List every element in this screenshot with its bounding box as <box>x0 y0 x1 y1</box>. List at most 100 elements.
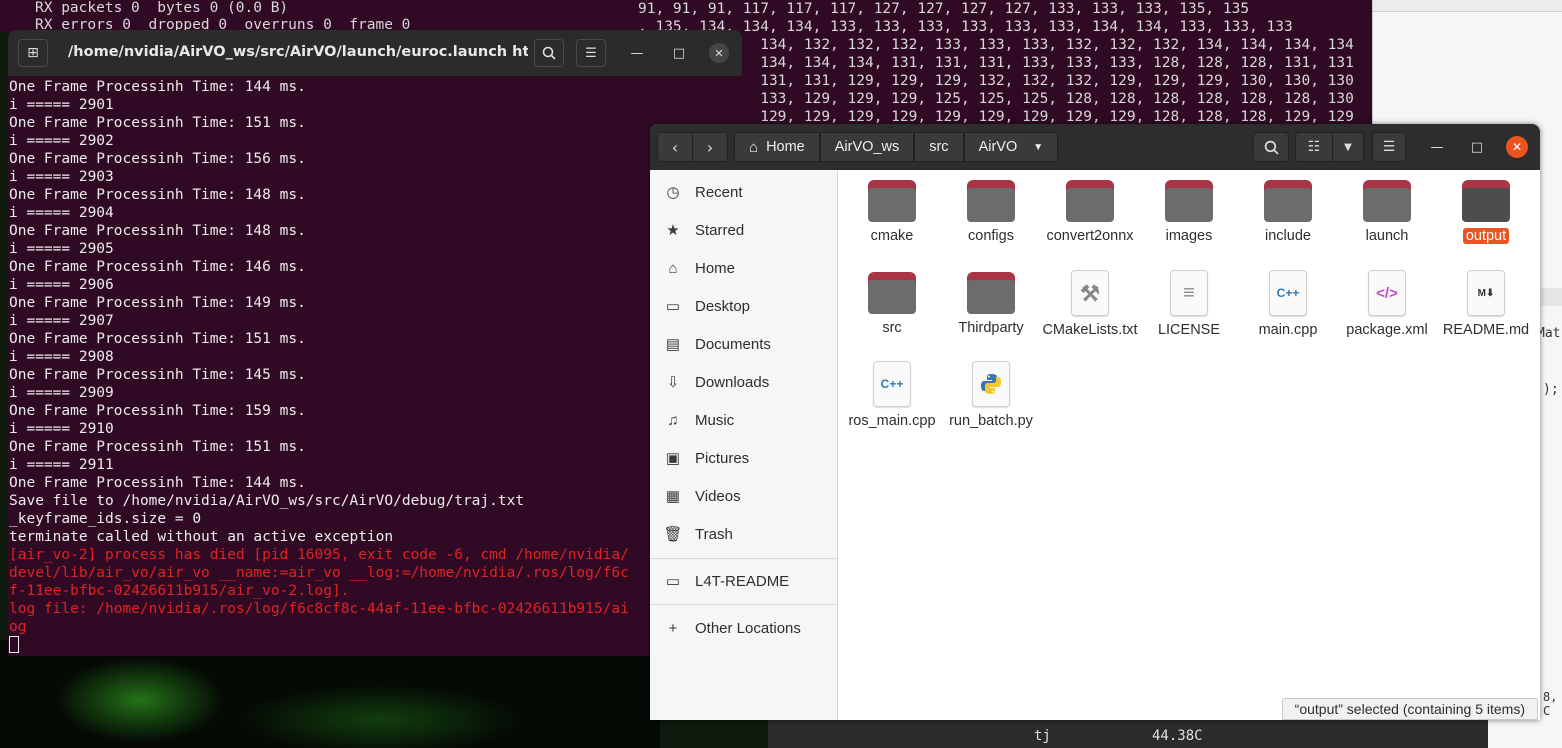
terminal-line: i ===== 2909 <box>9 385 114 401</box>
sidebar-item-downloads[interactable]: ⇩ Downloads <box>650 363 838 401</box>
close-icon[interactable]: ✕ <box>1506 136 1528 158</box>
folder-item-output[interactable]: output <box>1438 180 1534 245</box>
minimize-icon[interactable]: — <box>1426 136 1448 158</box>
terminal-line: terminate called without an active excep… <box>9 529 394 545</box>
text-file-icon: ≡ <box>1170 270 1208 316</box>
item-label: launch <box>1365 228 1409 244</box>
breadcrumb-src[interactable]: src <box>914 132 964 162</box>
item-label: LICENSE <box>1157 322 1221 338</box>
sidebar-item-starred[interactable]: ★ Starred <box>650 211 838 249</box>
sidebar-item-recent[interactable]: ◷ Recent <box>650 173 838 211</box>
sidebar-item-music[interactable]: ♫ Music <box>650 401 838 439</box>
file-item-package-xml[interactable]: </> package.xml <box>1339 270 1435 339</box>
editor-fragment: Mat <box>1537 326 1561 341</box>
terminal-line: i ===== 2902 <box>9 133 114 149</box>
folder-item-convert2onnx[interactable]: convert2onnx <box>1042 180 1138 245</box>
file-item-run-batch-py[interactable]: run_batch.py <box>943 361 1039 430</box>
terminal-cursor <box>9 636 19 653</box>
sidebar-item-label: Downloads <box>695 373 770 391</box>
pictures-icon: ▣ <box>665 450 681 467</box>
folder-icon <box>967 180 1015 222</box>
sidebar-item-home[interactable]: ⌂ Home <box>650 249 838 287</box>
maximize-icon[interactable]: □ <box>1466 136 1488 158</box>
folder-item-include[interactable]: include <box>1240 180 1336 245</box>
back-icon[interactable]: ‹ <box>657 132 693 162</box>
file-item-readme[interactable]: M⬇ README.md <box>1438 270 1534 339</box>
xml-file-icon: </> <box>1368 270 1406 316</box>
terminal-line: One Frame Processinh Time: 151 ms. <box>9 439 306 455</box>
item-label: README.md <box>1442 322 1530 338</box>
terminal-window[interactable]: ⊞ /home/nvidia/AirVO_ws/src/AirVO/launch… <box>8 30 742 656</box>
item-label: src <box>882 320 902 336</box>
desktop-wallpaper <box>0 640 660 748</box>
list-view-icon[interactable]: ☷ <box>1295 132 1333 162</box>
breadcrumb-label: AirVO <box>978 139 1018 155</box>
terminal-line: Save file to /home/nvidia/AirVO_ws/src/A… <box>9 493 525 509</box>
breadcrumb-airvo[interactable]: AirVO ▼ <box>963 132 1059 162</box>
sidebar-item-documents[interactable]: ▤ Documents <box>650 325 838 363</box>
terminal-line: i ===== 2905 <box>9 241 114 257</box>
plus-icon: + <box>668 619 678 637</box>
terminal-line: i ===== 2906 <box>9 277 114 293</box>
terminal-header-bar[interactable]: ⊞ /home/nvidia/AirVO_ws/src/AirVO/launch… <box>8 30 742 76</box>
new-tab-icon[interactable]: ⊞ <box>18 39 48 67</box>
search-icon[interactable] <box>534 39 564 67</box>
file-item-cmakelists[interactable]: ⚒ CMakeLists.txt <box>1042 270 1138 339</box>
sidebar-item-label: Recent <box>695 183 743 201</box>
terminal-line: One Frame Processinh Time: 159 ms. <box>9 403 306 419</box>
terminal-line: i ===== 2903 <box>9 169 114 185</box>
sidebar-item-label: Pictures <box>695 449 750 467</box>
item-label: Thirdparty <box>958 320 1024 336</box>
item-label: package.xml <box>1346 322 1428 338</box>
terminal-line: One Frame Processinh Time: 148 ms. <box>9 223 306 239</box>
bg-line: , 135, 134, 134, 134, 133, 133, 133, 133… <box>638 19 1293 35</box>
sidebar-item-trash[interactable]: 🗑 Trash <box>650 515 838 553</box>
close-icon[interactable]: ✕ <box>709 43 729 63</box>
terminal-output[interactable]: One Frame Processinh Time: 144 ms. i ====… <box>8 76 742 655</box>
cpp-file-icon: C++ <box>1269 270 1307 316</box>
folder-item-cmake[interactable]: cmake <box>844 180 940 245</box>
folder-icon <box>1165 180 1213 222</box>
file-manager-header-bar[interactable]: ‹ › ⌂ Home AirVO_ws src AirVO ▼ ☷ ▼ ☰ — □ … <box>650 124 1540 170</box>
file-grid[interactable]: cmake configs convert2onnx images includ… <box>839 170 1540 720</box>
terminal-line: i ===== 2911 <box>9 457 114 473</box>
tegrastats-label: tj <box>1034 728 1051 744</box>
breadcrumb-label: AirVO_ws <box>834 139 900 155</box>
breadcrumb-home[interactable]: ⌂ Home <box>734 132 820 162</box>
folder-icon <box>1066 180 1114 222</box>
bg-line: 134, 132, 132, 132, 133, 133, 133, 132, … <box>638 37 1354 53</box>
item-label: ros_main.cpp <box>848 413 936 429</box>
sidebar-item-videos[interactable]: ▦ Videos <box>650 477 838 515</box>
search-icon[interactable] <box>1253 132 1289 162</box>
terminal-line: One Frame Processinh Time: 146 ms. <box>9 259 306 275</box>
folder-item-launch[interactable]: launch <box>1339 180 1435 245</box>
bg-line: 131, 131, 129, 129, 129, 132, 132, 132, … <box>638 73 1354 89</box>
breadcrumb-label: src <box>929 139 949 155</box>
hamburger-menu-icon[interactable]: ☰ <box>576 39 606 67</box>
chevron-down-icon[interactable]: ▼ <box>1332 132 1364 162</box>
folder-item-thirdparty[interactable]: Thirdparty <box>943 272 1039 337</box>
sidebar-item-desktop[interactable]: ▭ Desktop <box>650 287 838 325</box>
folder-item-src[interactable]: src <box>844 272 940 337</box>
sidebar-divider <box>650 558 838 559</box>
folder-item-images[interactable]: images <box>1141 180 1237 245</box>
sidebar-item-label: Starred <box>695 221 745 239</box>
breadcrumb-airvo-ws[interactable]: AirVO_ws <box>819 132 915 162</box>
file-item-ros-main-cpp[interactable]: C++ ros_main.cpp <box>844 361 940 430</box>
folder-item-configs[interactable]: configs <box>943 180 1039 245</box>
terminal-line: One Frame Processinh Time: 148 ms. <box>9 187 306 203</box>
sidebar-item-pictures[interactable]: ▣ Pictures <box>650 439 838 477</box>
sidebar-item-label: L4T-README <box>695 572 790 590</box>
minimize-icon[interactable]: — <box>622 39 652 67</box>
file-item-license[interactable]: ≡ LICENSE <box>1141 270 1237 339</box>
forward-icon[interactable]: › <box>692 132 728 162</box>
hamburger-menu-icon[interactable]: ☰ <box>1372 132 1406 162</box>
sidebar-item-label: Home <box>695 259 736 277</box>
file-manager-window[interactable]: ‹ › ⌂ Home AirVO_ws src AirVO ▼ ☷ ▼ ☰ — □ … <box>650 124 1540 720</box>
item-label: images <box>1165 228 1213 244</box>
sidebar-item-l4t-readme[interactable]: ▭ L4T-README <box>650 562 838 600</box>
sidebar-item-other-locations[interactable]: + Other Locations <box>650 609 838 647</box>
maximize-icon[interactable]: □ <box>664 39 694 67</box>
file-item-main-cpp[interactable]: C++ main.cpp <box>1240 270 1336 339</box>
terminal-line: One Frame Processinh Time: 156 ms. <box>9 151 306 167</box>
